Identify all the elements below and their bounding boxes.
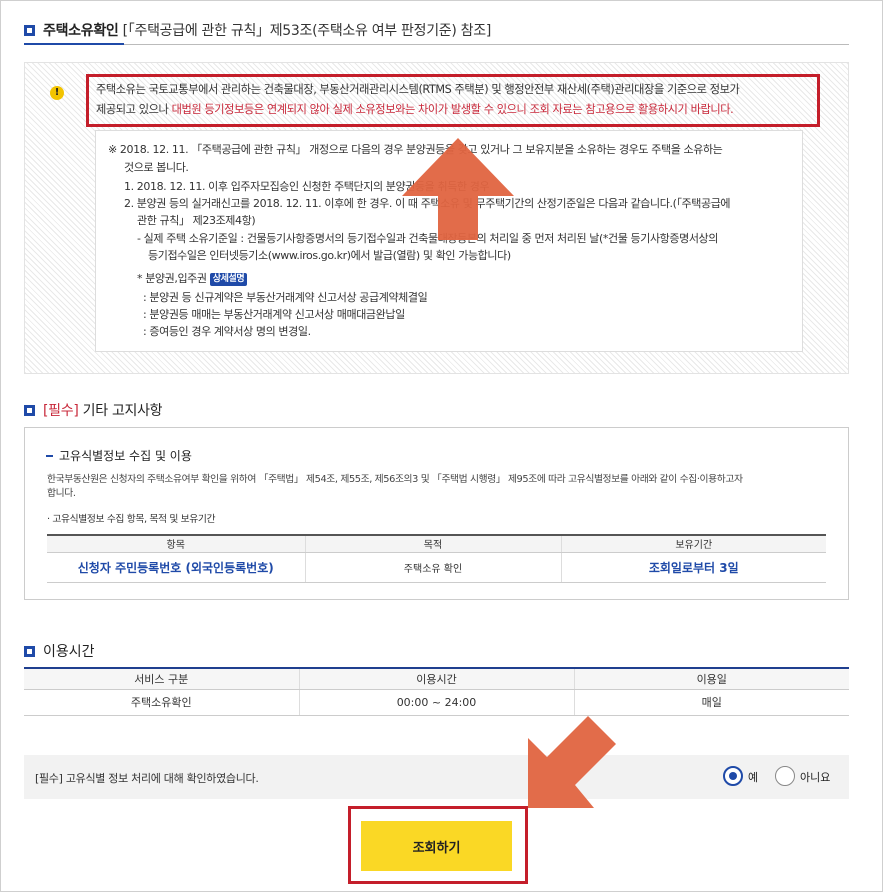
down-left-arrow-icon: [528, 716, 616, 808]
annotation-arrows: [402, 138, 616, 808]
up-arrow-icon: [402, 138, 514, 240]
